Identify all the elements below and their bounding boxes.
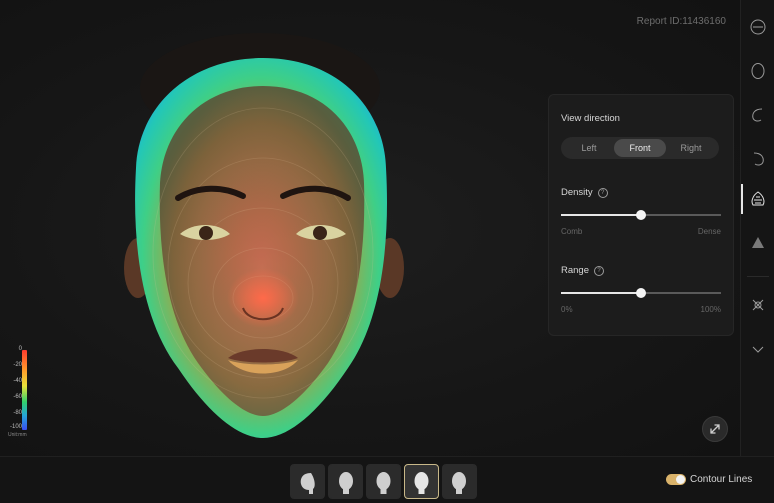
range-max-label: 100% — [700, 305, 721, 314]
density-slider-fill — [561, 214, 641, 216]
face-front-icon[interactable] — [749, 18, 767, 36]
face-side-left-icon[interactable] — [749, 106, 767, 124]
contour-lines-toggle[interactable] — [666, 474, 686, 485]
contour-lines-label: Contour Lines — [690, 474, 753, 485]
legend-unit: Unit:mm — [8, 432, 27, 438]
view-direction-title: View direction — [561, 113, 620, 124]
depth-legend: 0 -20 -40 -60 -80 -100 Unit:mm — [6, 346, 46, 446]
help-icon[interactable]: ? — [594, 266, 604, 276]
range-label-row: Range? — [561, 265, 604, 276]
range-slider-thumb[interactable] — [636, 288, 646, 298]
legend-ticks: 0 -20 -40 -60 -80 -100 — [8, 346, 22, 432]
face-model[interactable] — [118, 18, 408, 448]
face-side-right-icon[interactable] — [749, 150, 767, 168]
face-heatmap-render — [124, 33, 404, 438]
view-direction-segmented: Left Front Right — [561, 137, 719, 159]
legend-tick: 0 — [18, 346, 22, 352]
view-right-button[interactable]: Right — [665, 139, 717, 157]
contour-settings-panel: View direction Left Front Right Density?… — [548, 94, 734, 336]
sidebar-divider — [747, 276, 769, 277]
view-front-button[interactable]: Front — [614, 139, 666, 157]
thumbnail-head-left-profile[interactable] — [290, 464, 325, 499]
face-outline-icon[interactable] — [749, 62, 767, 80]
expand-button[interactable] — [702, 416, 728, 442]
view-mode-sidebar — [740, 0, 774, 456]
legend-tick: -40 — [13, 378, 22, 384]
view-left-button[interactable]: Left — [563, 139, 615, 157]
face-analysis-app: Report ID:11436160 0 -20 -40 -60 -80 -10… — [0, 0, 774, 503]
range-slider-fill — [561, 292, 641, 294]
legend-tick: -20 — [13, 362, 22, 368]
legend-color-bar — [22, 350, 27, 430]
expand-icon — [710, 424, 720, 434]
chevron-down-icon[interactable] — [749, 340, 767, 358]
shaded-mesh-icon[interactable] — [749, 234, 767, 252]
range-min-label: 0% — [561, 305, 573, 314]
sidebar-active-indicator — [741, 184, 743, 214]
help-icon[interactable]: ? — [597, 188, 608, 198]
density-slider[interactable] — [561, 209, 721, 221]
legend-tick: -100 — [9, 424, 22, 430]
range-label: Range — [561, 265, 589, 276]
thumbnail-head-front[interactable] — [366, 464, 401, 499]
3d-viewport[interactable]: Report ID:11436160 0 -20 -40 -60 -80 -10… — [0, 0, 740, 456]
contour-mesh-icon[interactable] — [749, 190, 767, 208]
density-label: Density — [561, 187, 593, 198]
legend-tick: -80 — [13, 410, 22, 416]
density-slider-thumb[interactable] — [636, 210, 646, 220]
toggle-knob — [676, 475, 685, 484]
density-label-row: Density? — [561, 187, 608, 198]
thumbnail-head-front-selected[interactable] — [404, 464, 439, 499]
density-max-label: Dense — [697, 227, 721, 236]
landmarks-icon[interactable] — [749, 296, 767, 314]
density-min-label: Comb — [561, 227, 583, 236]
report-id: Report ID:11436160 — [636, 16, 726, 27]
thumbnail-head-left-quarter[interactable] — [328, 464, 363, 499]
bottom-toolbar: Contour Lines — [0, 456, 774, 503]
thumbnail-head-right-quarter[interactable] — [442, 464, 477, 499]
legend-tick: -60 — [13, 394, 22, 400]
range-slider[interactable] — [561, 287, 721, 299]
